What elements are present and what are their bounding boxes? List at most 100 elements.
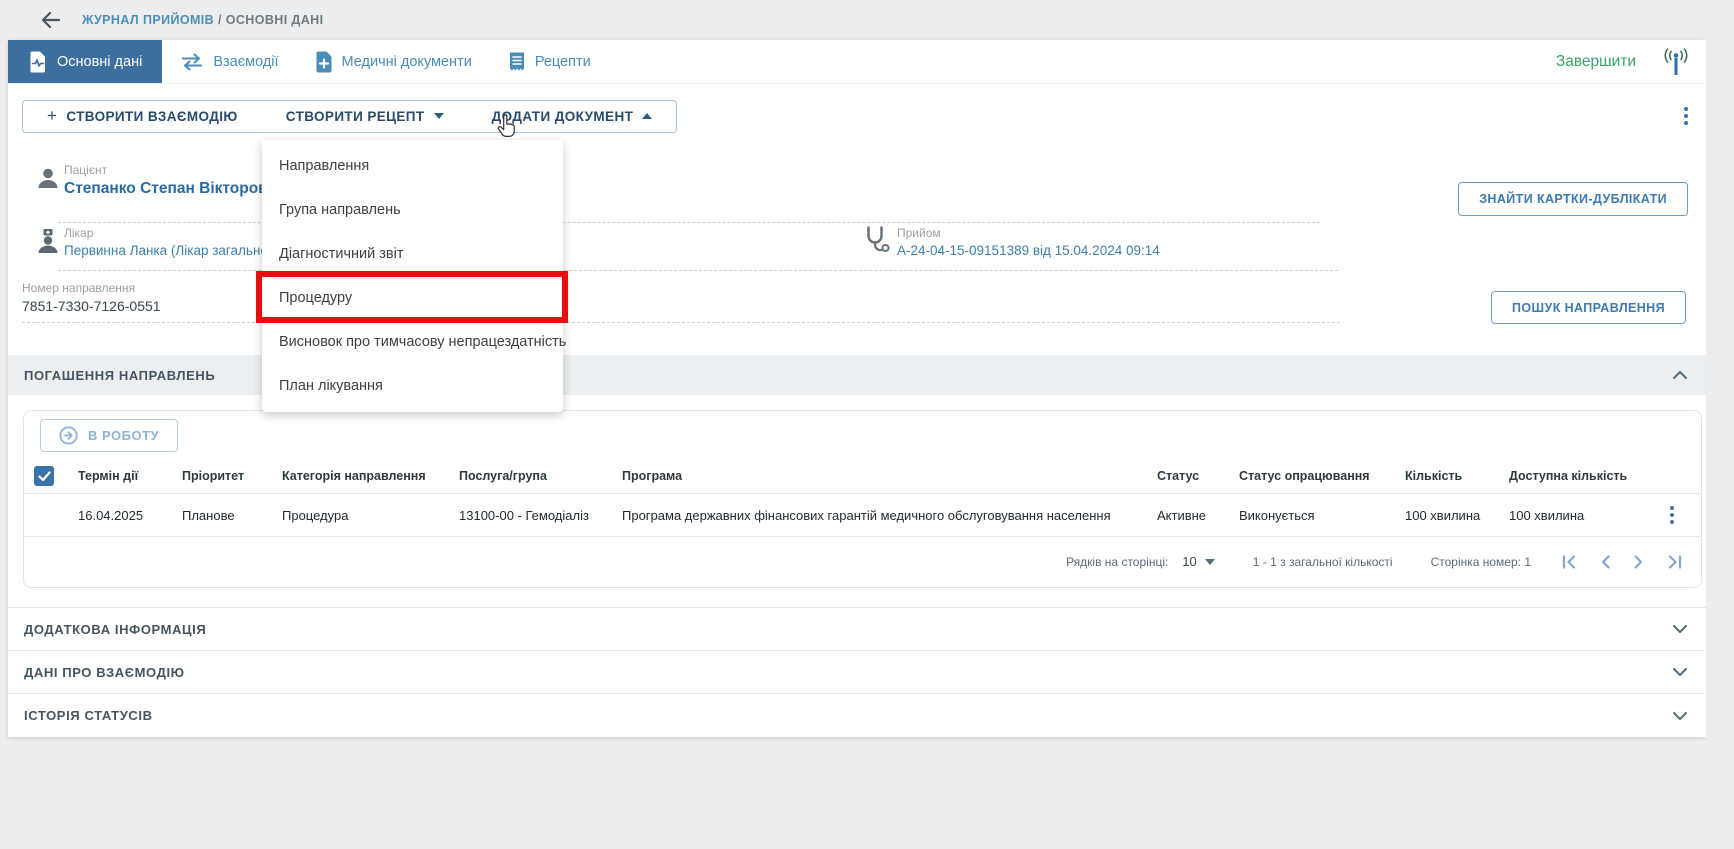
tab-recipes[interactable]: Рецепти	[490, 40, 609, 83]
antenna-icon	[1662, 47, 1690, 77]
table-row: 16.04.2025 Планове Процедура 13100-00 - …	[24, 493, 1701, 537]
rows-per-page-value[interactable]: 10	[1182, 554, 1196, 569]
col-header-category: Категорія направлення	[282, 469, 459, 483]
dropdown-item-incapacity-conclusion[interactable]: Висновок про тимчасову непрацездатність	[262, 320, 563, 364]
doctor-field: Лікар Первинна Ланка (Лікар загальної п	[64, 226, 283, 258]
first-page-icon[interactable]	[1561, 555, 1577, 569]
cell-category: Процедура	[282, 508, 459, 523]
app-root: ЖУРНАЛ ПРИЙОМІВ / ОСНОВНІ ДАНІ Основні д…	[0, 0, 1734, 849]
patient-icon	[36, 166, 60, 197]
tab-medical-documents[interactable]: Медичні документи	[297, 40, 490, 83]
col-header-processing-status: Статус опрацювання	[1239, 469, 1405, 483]
chevron-down-icon	[434, 113, 444, 119]
dropdown-item-referral-group[interactable]: Група направлень	[262, 188, 563, 232]
divider	[22, 322, 1340, 323]
col-header-quantity: Кількість	[1405, 469, 1509, 483]
chevron-up-icon[interactable]	[1672, 370, 1688, 380]
find-duplicate-cards-button[interactable]: ЗНАЙТИ КАРТКИ-ДУБЛІКАТИ	[1458, 182, 1688, 216]
dropdown-item-treatment-plan[interactable]: План лікування	[262, 364, 563, 408]
section-title: ДОДАТКОВА ІНФОРМАЦІЯ	[24, 622, 206, 637]
tab-label: Рецепти	[535, 54, 591, 70]
chevron-down-icon[interactable]	[1672, 667, 1688, 677]
dropdown-item-referral[interactable]: Направлення	[262, 144, 563, 188]
breadcrumb-link-journal[interactable]: ЖУРНАЛ ПРИЙОМІВ	[82, 13, 214, 27]
patient-name-link[interactable]: Степанко Степан Вікторович	[64, 180, 286, 198]
select-all-checkbox[interactable]	[34, 466, 54, 486]
pagination-page-label: Сторінка номер: 1	[1431, 555, 1531, 569]
section-status-history[interactable]: ІСТОРІЯ СТАТУСІВ	[8, 694, 1706, 737]
col-header-status: Статус	[1157, 469, 1239, 483]
doctor-label: Лікар	[64, 226, 283, 240]
patient-label: Пацієнт	[64, 163, 286, 177]
dropdown-item-diagnostic-report[interactable]: Діагностичний звіт	[262, 232, 563, 276]
tab-main-data[interactable]: Основні дані	[8, 40, 162, 83]
create-recipe-button[interactable]: СТВОРИТИ РЕЦЕПТ	[262, 101, 468, 132]
tab-interactions[interactable]: Взаємодії	[162, 40, 296, 83]
referrals-table-card: В РОБОТУ Термін дії Пріоритет Категорія …	[23, 410, 1702, 588]
referral-number-value: 7851-7330-7126-0551	[22, 298, 161, 314]
col-header-service: Послуга/група	[459, 469, 622, 483]
divider	[58, 222, 1320, 223]
doctor-icon	[36, 228, 60, 260]
col-header-available-quantity: Доступна кількість	[1509, 469, 1659, 483]
section-title: ПОГАШЕННЯ НАПРАВЛЕНЬ	[24, 368, 215, 383]
chevron-down-icon[interactable]	[1672, 711, 1688, 721]
plus-icon: +	[47, 106, 57, 126]
cell-available-quantity: 100 хвилина	[1509, 508, 1659, 523]
to-work-button[interactable]: В РОБОТУ	[40, 419, 178, 452]
previous-page-icon[interactable]	[1599, 555, 1611, 569]
chevron-down-icon[interactable]	[1672, 624, 1688, 634]
search-referral-button[interactable]: ПОШУК НАПРАВЛЕННЯ	[1491, 291, 1686, 324]
pagination-range-label: 1 - 1 з загальної кількості	[1253, 555, 1393, 569]
referral-number-label: Номер направлення	[22, 281, 161, 295]
toolbar-button-group: + СТВОРИТИ ВЗАЄМОДІЮ СТВОРИТИ РЕЦЕПТ ДОД…	[22, 100, 677, 133]
section-additional-info[interactable]: ДОДАТКОВА ІНФОРМАЦІЯ	[8, 608, 1706, 651]
cell-priority: Планове	[182, 508, 282, 523]
add-document-button[interactable]: ДОДАТИ ДОКУМЕНТ	[468, 101, 677, 132]
referrals-table-panel: В РОБОТУ Термін дії Пріоритет Категорія …	[8, 395, 1706, 607]
page-gutter	[1706, 0, 1734, 849]
rows-per-page-caret-icon[interactable]	[1205, 559, 1215, 565]
pagination-controls	[1561, 555, 1683, 569]
visit-label: Прийом	[897, 226, 1160, 240]
divider	[58, 270, 1338, 271]
collapsed-sections: ДОДАТКОВА ІНФОРМАЦІЯ ДАНІ ПРО ВЗАЄМОДІЮ …	[8, 607, 1706, 737]
visit-value-link[interactable]: А-24-04-15-09151389 від 15.04.2024 09:14	[897, 243, 1160, 258]
document-pulse-icon	[28, 51, 48, 73]
to-work-label: В РОБОТУ	[88, 428, 159, 443]
back-button[interactable]	[38, 7, 64, 33]
tab-bar: Основні дані Взаємодії Медичні документи	[8, 40, 1706, 84]
receipt-icon	[508, 51, 526, 72]
arrow-left-icon	[39, 8, 63, 32]
tab-label: Основні дані	[57, 54, 142, 70]
col-header-term: Термін дії	[78, 469, 182, 483]
last-page-icon[interactable]	[1667, 555, 1683, 569]
doctor-value-link[interactable]: Первинна Ланка (Лікар загальної п	[64, 243, 283, 258]
chevron-up-icon	[642, 113, 652, 119]
dropdown-item-procedure[interactable]: Процедуру	[262, 276, 563, 320]
create-recipe-label: СТВОРИТИ РЕЦЕПТ	[286, 109, 425, 124]
pagination-bar: Рядків на сторінці: 10 1 - 1 з загальної…	[24, 537, 1701, 586]
row-kebab-menu[interactable]	[1665, 501, 1679, 529]
table-header-row: Термін дії Пріоритет Категорія направлен…	[24, 459, 1701, 493]
stethoscope-icon	[864, 226, 890, 259]
finish-button[interactable]: Завершити	[1556, 40, 1636, 83]
section-interaction-data[interactable]: ДАНІ ПРО ВЗАЄМОДІЮ	[8, 651, 1706, 694]
section-title: ДАНІ ПРО ВЗАЄМОДІЮ	[24, 665, 185, 680]
next-page-icon[interactable]	[1633, 555, 1645, 569]
cell-term: 16.04.2025	[78, 508, 182, 523]
referral-number-field: Номер направлення 7851-7330-7126-0551	[22, 281, 161, 314]
col-header-program: Програма	[622, 469, 1157, 483]
section-title: ІСТОРІЯ СТАТУСІВ	[24, 708, 153, 723]
tab-label: Медичні документи	[342, 54, 472, 70]
add-document-dropdown: Направлення Група направлень Діагностичн…	[262, 140, 563, 412]
cell-status: Активне	[1157, 508, 1239, 523]
table-actions-row: В РОБОТУ	[24, 411, 1701, 459]
tabbar-spacer	[609, 40, 1556, 83]
toolbar-kebab-menu[interactable]	[1678, 101, 1694, 131]
cell-quantity: 100 хвилина	[1405, 508, 1509, 523]
swap-arrows-icon	[180, 53, 204, 71]
patient-field: Пацієнт Степанко Степан Вікторович	[64, 163, 286, 198]
create-interaction-button[interactable]: + СТВОРИТИ ВЗАЄМОДІЮ	[23, 101, 262, 132]
cell-program: Програма державних фінансових гарантій м…	[622, 508, 1157, 523]
